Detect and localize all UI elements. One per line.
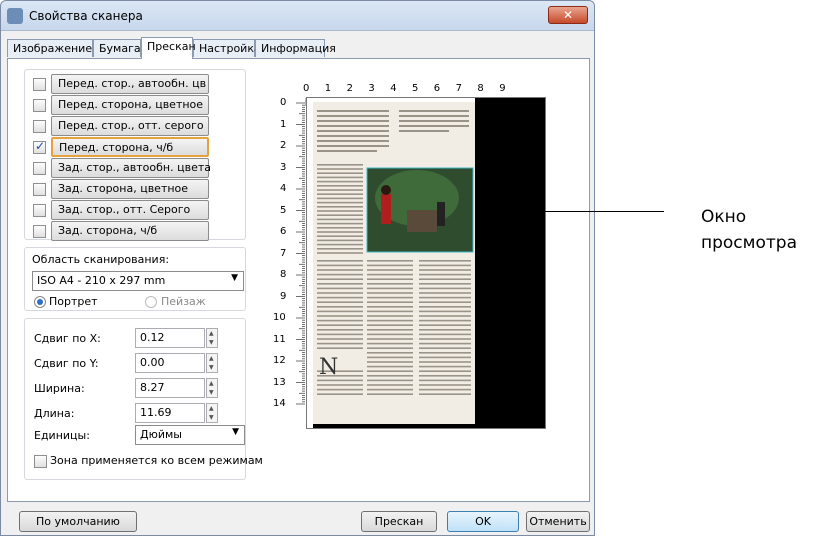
offset-x-input[interactable]: 0.12 [135, 328, 205, 348]
preview-image: N [307, 98, 545, 428]
ruler-top-label: 0 [303, 83, 310, 94]
ruler-top-label: 3 [368, 83, 375, 94]
ruler-left-label: 5 [280, 204, 287, 216]
mode-button-1[interactable]: Перед. стор., автообн. цв [51, 74, 209, 94]
length-label: Длина: [34, 407, 75, 420]
width-spinner[interactable]: ▲ ▼ [206, 378, 218, 398]
spin-up-icon[interactable]: ▲ [209, 330, 214, 337]
chevron-down-icon: ▼ [231, 273, 238, 283]
ruler-left-label: 11 [273, 333, 286, 345]
scanner-properties-window: Свойства сканера ✕ Изображение Бумага Пр… [0, 0, 595, 536]
chevron-down-icon: ▼ [232, 427, 239, 437]
length-input[interactable]: 11.69 [135, 403, 205, 423]
scan-area-value: ISO A4 - 210 x 297 mm [37, 274, 166, 287]
ruler-top-label: 8 [477, 83, 484, 94]
ruler-left-label: 14 [273, 398, 286, 409]
ruler-left-label: 13 [273, 376, 286, 388]
tab-paper[interactable]: Бумага [93, 39, 141, 57]
ruler-top-label: 6 [433, 83, 441, 94]
annotation-line-1: Окно [701, 207, 747, 227]
preview-window[interactable]: N [306, 97, 546, 429]
ruler-top-label: 4 [390, 83, 397, 94]
window-title: Свойства сканера [29, 9, 143, 23]
mode-checkbox-2[interactable] [33, 99, 46, 112]
spin-down-icon[interactable]: ▼ [209, 389, 214, 396]
ruler-left-label: 4 [280, 183, 287, 194]
apply-all-label: Зона применяется ко всем режимам [50, 454, 263, 467]
offset-x-spinner[interactable]: ▲ ▼ [206, 328, 218, 348]
landscape-label: Пейзаж [161, 295, 206, 308]
annotation-pointer-line [478, 211, 664, 212]
scan-area-select[interactable]: ISO A4 - 210 x 297 mm ▼ [32, 271, 244, 291]
cancel-button[interactable]: Отменить [526, 511, 590, 532]
scan-area-label: Область сканирования: [32, 253, 170, 266]
ruler-top-label: 7 [455, 83, 462, 94]
tab-image[interactable]: Изображение [7, 39, 93, 57]
ruler-left-label: 6 [280, 226, 287, 237]
annotation-line-2: просмотра [701, 233, 797, 253]
ruler-left-label: 12 [273, 355, 286, 366]
spin-down-icon[interactable]: ▼ [209, 339, 214, 346]
spin-up-icon[interactable]: ▲ [209, 405, 214, 412]
spin-up-icon[interactable]: ▲ [209, 355, 214, 362]
mode-checkbox-4[interactable] [33, 139, 46, 154]
landscape-radio[interactable] [145, 296, 157, 308]
ruler-left-label: 8 [280, 269, 287, 280]
mode-button-2[interactable]: Перед. сторона, цветное [51, 95, 209, 115]
ruler-left-label: 3 [280, 161, 287, 173]
ruler-top-label: 5 [412, 83, 419, 94]
offset-y-input[interactable]: 0.00 [135, 353, 205, 373]
ok-button[interactable]: OK [447, 511, 519, 532]
spin-down-icon[interactable]: ▼ [209, 364, 214, 371]
spin-up-icon[interactable]: ▲ [209, 380, 214, 387]
ruler-left-label: 9 [280, 290, 287, 302]
mode-button-5[interactable]: Зад. стор., автообн. цвета [51, 158, 211, 178]
mode-checkbox-8[interactable] [33, 225, 46, 238]
mode-button-3[interactable]: Перед. стор., отт. серого [51, 116, 209, 136]
portrait-label: Портрет [49, 295, 98, 308]
annotation-text: Окно просмотра [701, 204, 797, 256]
scanner-icon [7, 8, 23, 24]
mode-checkbox-5[interactable] [33, 162, 46, 175]
portrait-radio[interactable] [34, 296, 46, 308]
mode-checkbox-6[interactable] [33, 183, 46, 196]
ruler-left-label: 1 [280, 118, 287, 130]
ruler-left-label: 10 [273, 312, 286, 323]
mode-button-8[interactable]: Зад. сторона, ч/б [51, 221, 209, 241]
width-input[interactable]: 8.27 [135, 378, 205, 398]
ruler-top-label: 1 [324, 83, 332, 94]
units-value: Дюймы [140, 428, 182, 441]
default-button[interactable]: По умолчанию [19, 511, 137, 532]
mode-checkbox-3[interactable] [33, 120, 46, 133]
tab-prescan[interactable]: Прескан [141, 37, 196, 59]
width-label: Ширина: [34, 382, 85, 395]
tab-settings[interactable]: Настройка [193, 39, 261, 57]
mode-checkbox-7[interactable] [33, 204, 46, 217]
ruler-left-ticks [296, 102, 305, 405]
mode-button-6[interactable]: Зад. сторона, цветное [51, 179, 209, 199]
units-select[interactable]: Дюймы ▼ [135, 425, 245, 445]
title-bar: Свойства сканера ✕ [1, 1, 594, 31]
length-spinner[interactable]: ▲ ▼ [206, 403, 218, 423]
ruler-top-label: 2 [346, 83, 353, 94]
spin-down-icon[interactable]: ▼ [209, 414, 214, 421]
apply-all-checkbox[interactable] [34, 455, 47, 468]
mode-checkbox-1[interactable] [33, 78, 46, 91]
offset-y-spinner[interactable]: ▲ ▼ [206, 353, 218, 373]
mode-button-4[interactable]: Перед. сторона, ч/б [51, 137, 209, 157]
offset-x-label: Сдвиг по X: [34, 332, 101, 345]
ruler-left-label: 7 [280, 247, 287, 259]
ruler-left-label: 0 [280, 97, 287, 108]
offset-y-label: Сдвиг по Y: [34, 357, 99, 370]
ruler-top-label: 9 [499, 83, 506, 94]
mode-button-7[interactable]: Зад. стор., отт. Серого [51, 200, 209, 220]
svg-text:N: N [319, 355, 338, 380]
prescan-button[interactable]: Прескан [361, 511, 437, 532]
tab-info[interactable]: Информация [255, 39, 336, 57]
close-button[interactable]: ✕ [548, 6, 588, 24]
ruler-left-label: 2 [280, 140, 287, 151]
units-label: Единицы: [34, 429, 90, 442]
